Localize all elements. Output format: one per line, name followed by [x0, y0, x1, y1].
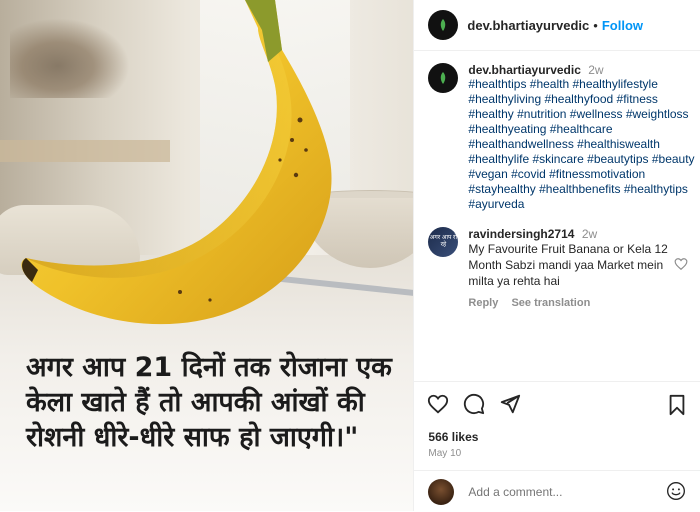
profile-avatar[interactable] — [428, 10, 459, 40]
comment-icon[interactable] — [463, 393, 485, 415]
caption: dev.bhartiayurvedic 2w #healthtips #heal… — [414, 51, 700, 212]
post-sidebar: dev.bhartiayurvedic • Follow dev.bhartia… — [413, 0, 700, 511]
comment-heart-icon[interactable] — [674, 257, 688, 271]
post-image[interactable]: अगर आप 21 दिनों तक रोजाना एक केला खाते ह… — [0, 0, 414, 511]
instagram-post: अगर आप 21 दिनों तक रोजाना एक केला खाते ह… — [0, 0, 700, 511]
add-comment-bar — [414, 470, 700, 512]
caption-header: dev.bhartiayurvedic 2w — [468, 63, 698, 77]
comments-section[interactable]: dev.bhartiayurvedic 2w #healthtips #heal… — [414, 51, 700, 381]
share-icon[interactable] — [499, 393, 521, 415]
commenter-avatar[interactable]: अगर आप रो रहे — [428, 227, 459, 257]
comment-text: My Favourite Fruit Banana or Kela 12 Mon… — [468, 242, 668, 288]
comment-username[interactable]: ravindersingh2714 — [468, 227, 574, 241]
leaf-logo-icon — [441, 19, 446, 31]
post-actions: 566 likes May 10 — [414, 381, 700, 512]
likes-count[interactable]: 566 likes — [428, 430, 700, 444]
overlay-text: अगर आप 21 दिनों तक रोजाना एक केला खाते ह… — [26, 352, 392, 453]
see-translation-button[interactable]: See translation — [511, 297, 590, 309]
user-avatar — [428, 478, 455, 505]
comment-item: अगर आप रो रहे ravindersingh2714 2w My Fa… — [414, 215, 700, 309]
leaf-logo-icon — [441, 72, 446, 84]
caption-avatar[interactable] — [428, 63, 459, 93]
heart-icon[interactable] — [427, 393, 449, 415]
post-username[interactable]: dev.bhartiayurvedic — [467, 18, 589, 33]
banana-illustration — [21, 0, 332, 325]
post-date[interactable]: May 10 — [428, 448, 700, 459]
add-comment-input[interactable] — [466, 483, 661, 500]
separator-dot: • — [593, 17, 598, 33]
caption-time: 2w — [588, 63, 604, 77]
follow-button[interactable]: Follow — [602, 18, 643, 33]
comment-body: ravindersingh2714 2w My Favourite Fruit … — [468, 227, 673, 309]
caption-username[interactable]: dev.bhartiayurvedic — [468, 63, 581, 77]
caption-body: dev.bhartiayurvedic 2w #healthtips #heal… — [468, 63, 698, 212]
comment-time: 2w — [581, 227, 598, 241]
bookmark-icon[interactable] — [666, 394, 688, 416]
comment-actions: Reply See translation — [468, 297, 673, 309]
post-header: dev.bhartiayurvedic • Follow — [414, 0, 700, 51]
emoji-icon[interactable] — [666, 481, 686, 501]
comment-header: ravindersingh2714 2w — [468, 227, 673, 241]
action-icons — [414, 382, 700, 415]
caption-hashtags[interactable]: #healthtips #health #healthylifestyle #h… — [468, 77, 698, 212]
reply-button[interactable]: Reply — [468, 297, 498, 309]
